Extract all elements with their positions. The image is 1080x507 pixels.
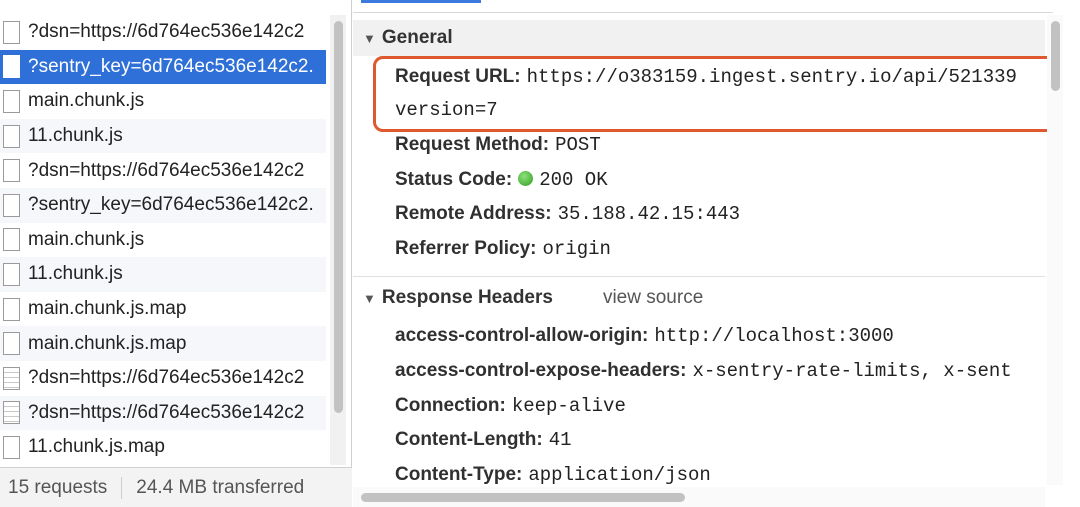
request-row[interactable]: main.chunk.js.map	[0, 292, 326, 327]
section-divider	[353, 276, 1045, 277]
request-row[interactable]: 11.chunk.js	[0, 257, 326, 292]
aceh-row: access-control-expose-headers: x-sentry-r…	[395, 360, 1012, 382]
status-code-value: 200 OK	[539, 169, 608, 191]
request-name: main.chunk.js	[28, 90, 145, 112]
content-length-row: Content-Length: 41	[395, 429, 572, 451]
headers-vertical-scroll-thumb[interactable]	[1051, 21, 1060, 91]
request-name: 11.chunk.js	[28, 263, 123, 285]
response-headers-section-header[interactable]: ▼ Response Headers view source	[353, 280, 1045, 316]
request-list: ?dsn=https://6d764ec536e142c2 ?sentry_key…	[0, 15, 326, 465]
request-name: ?dsn=https://6d764ec536e142c2	[28, 21, 305, 43]
request-url-row: Request URL: https://o383159.ingest.sentr…	[395, 66, 1017, 88]
referrer-policy-value: origin	[542, 238, 611, 260]
connection-value: keep-alive	[511, 395, 626, 417]
request-name: main.chunk.js	[28, 228, 145, 250]
file-icon	[3, 332, 20, 356]
transferred-size: 24.4 MB transferred	[136, 476, 305, 498]
status-ok-icon	[518, 171, 534, 186]
request-url-value: https://o383159.ingest.sentry.io/api/521…	[526, 66, 1017, 88]
request-name: ?sentry_key=6d764ec536e142c2.	[28, 55, 314, 77]
file-icon	[3, 228, 20, 252]
request-row[interactable]: ?sentry_key=6d764ec536e142c2.	[0, 49, 326, 85]
file-icon	[3, 159, 20, 183]
headers-vertical-scrollbar[interactable]	[1047, 15, 1063, 485]
request-method-row: Request Method: POST	[395, 134, 601, 156]
triangle-down-icon[interactable]: ▼	[363, 291, 376, 306]
acao-value: http://localhost:3000	[654, 325, 894, 347]
request-url-label: Request URL:	[395, 66, 521, 87]
acao-label: access-control-allow-origin:	[395, 325, 649, 346]
status-code-row: Status Code: 200 OK	[395, 169, 608, 191]
content-length-value: 41	[548, 429, 572, 451]
content-type-label: Content-Type:	[395, 464, 523, 485]
request-row[interactable]: main.chunk.js	[0, 223, 326, 258]
connection-row: Connection: keep-alive	[395, 395, 626, 417]
file-icon	[3, 89, 20, 113]
file-icon	[3, 124, 20, 148]
headers-pane: ▼ General Request URL: https://o383159.in…	[353, 0, 1080, 507]
request-list-pane: ?dsn=https://6d764ec536e142c2 ?sentry_key…	[0, 0, 352, 507]
request-name: 11.chunk.js.map	[28, 436, 165, 458]
request-method-value: POST	[555, 134, 601, 156]
request-row[interactable]: ?dsn=https://6d764ec536e142c2	[0, 395, 326, 431]
document-icon	[3, 366, 20, 390]
file-icon	[3, 20, 20, 44]
content-type-value: application/json	[528, 464, 711, 486]
file-icon	[3, 262, 20, 286]
request-name: main.chunk.js.map	[28, 332, 187, 354]
remote-address-value: 35.188.42.15:443	[557, 203, 741, 225]
file-icon	[3, 193, 20, 217]
file-icon	[3, 55, 20, 79]
tab-strip-divider	[353, 12, 1053, 13]
request-row[interactable]: ?dsn=https://6d764ec536e142c2	[0, 361, 326, 396]
request-url-continuation: version=7	[395, 99, 498, 121]
request-url-value-cont: version=7	[395, 99, 498, 121]
acao-row: access-control-allow-origin: http://local…	[395, 325, 894, 347]
request-row[interactable]: 11.chunk.js.map	[0, 430, 326, 465]
headers-horizontal-scroll-thumb[interactable]	[361, 493, 685, 502]
triangle-down-icon[interactable]: ▼	[363, 31, 376, 46]
content-type-row: Content-Type: application/json	[395, 464, 711, 486]
referrer-policy-row: Referrer Policy: origin	[395, 238, 611, 260]
request-row[interactable]: ?dsn=https://6d764ec536e142c2	[0, 153, 326, 188]
remote-address-row: Remote Address: 35.188.42.15:443	[395, 203, 740, 225]
active-tab-indicator	[361, 0, 481, 3]
status-code-label: Status Code:	[395, 169, 513, 190]
response-headers-title: Response Headers	[381, 287, 553, 308]
request-name: 11.chunk.js	[28, 125, 123, 147]
request-name: ?dsn=https://6d764ec536e142c2	[28, 367, 305, 389]
general-section-header[interactable]: ▼ General	[353, 20, 1045, 56]
connection-label: Connection:	[395, 395, 506, 416]
request-name: ?sentry_key=6d764ec536e142c2.	[28, 194, 314, 216]
request-name: ?dsn=https://6d764ec536e142c2	[28, 159, 305, 181]
request-row[interactable]: main.chunk.js.map	[0, 326, 326, 361]
request-row[interactable]: ?dsn=https://6d764ec536e142c2	[0, 15, 326, 50]
request-row[interactable]: main.chunk.js	[0, 84, 326, 119]
file-icon	[3, 435, 20, 459]
document-icon	[3, 401, 20, 425]
headers-horizontal-scrollbar[interactable]	[353, 487, 1045, 507]
file-icon	[3, 297, 20, 321]
general-section-title: General	[381, 27, 453, 48]
request-method-label: Request Method:	[395, 134, 550, 155]
request-name: ?dsn=https://6d764ec536e142c2	[28, 401, 305, 423]
remote-address-label: Remote Address:	[395, 203, 552, 224]
requests-count: 15 requests	[0, 476, 123, 499]
request-row[interactable]: 11.chunk.js	[0, 118, 326, 154]
view-source-link[interactable]: view source	[603, 287, 703, 309]
request-name: main.chunk.js.map	[28, 298, 187, 320]
aceh-label: access-control-expose-headers:	[395, 360, 687, 381]
content-length-label: Content-Length:	[395, 429, 543, 450]
request-list-scrollbar[interactable]	[330, 15, 346, 465]
request-row[interactable]: ?sentry_key=6d764ec536e142c2.	[0, 187, 326, 223]
request-list-scroll-thumb[interactable]	[334, 21, 343, 413]
network-status-bar: 15 requests 24.4 MB transferred	[0, 467, 352, 507]
aceh-value: x-sentry-rate-limits, x-sent	[692, 360, 1012, 382]
referrer-policy-label: Referrer Policy:	[395, 238, 537, 259]
